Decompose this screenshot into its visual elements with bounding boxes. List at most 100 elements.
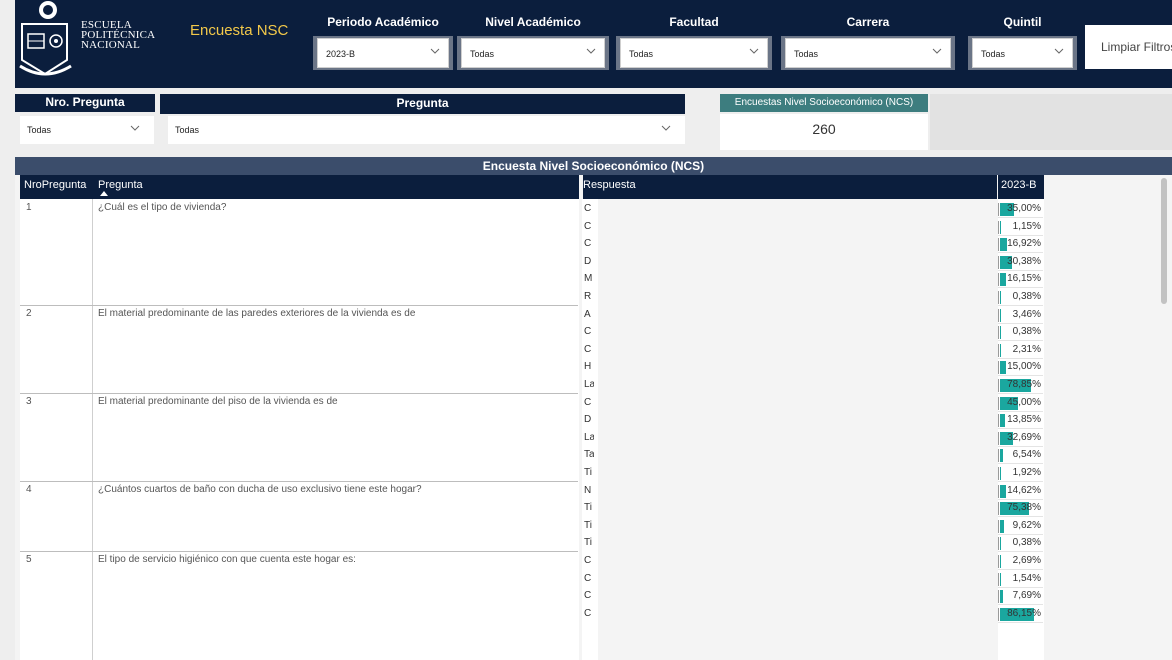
filter-quintil-label: Quintil bbox=[1003, 15, 1042, 29]
empty-panel bbox=[930, 94, 1172, 150]
cell-respuesta: C bbox=[584, 238, 592, 250]
data-bar bbox=[1000, 467, 1001, 480]
group-divider bbox=[20, 551, 578, 552]
value-cell: 16,15% bbox=[998, 271, 1043, 289]
header-period[interactable]: 2023-B bbox=[1001, 179, 1036, 191]
cell-value: 7,69% bbox=[1012, 590, 1041, 602]
value-cell: 14,62% bbox=[998, 483, 1043, 500]
app-title: Encuesta NSC bbox=[190, 22, 289, 39]
header-nro[interactable]: NroPregunta bbox=[24, 179, 86, 191]
cell-nro: 1 bbox=[26, 202, 32, 213]
value-cell: 3,46% bbox=[998, 307, 1043, 324]
bar-baseline bbox=[998, 361, 999, 375]
cell-respuesta: Ti bbox=[584, 502, 592, 514]
chevron-down-icon bbox=[430, 48, 440, 54]
value-cell: 6,54% bbox=[998, 447, 1043, 465]
bar-baseline bbox=[998, 326, 999, 340]
bar-baseline bbox=[998, 414, 999, 428]
cell-respuesta: C bbox=[584, 572, 592, 584]
cell-respuesta: C bbox=[584, 396, 592, 408]
filter-quintil-dropdown[interactable]: Todas bbox=[972, 38, 1073, 68]
bar-baseline bbox=[998, 467, 999, 480]
cell-value: 9,62% bbox=[1012, 519, 1041, 531]
data-bar bbox=[1000, 484, 1006, 498]
cell-respuesta: M bbox=[584, 273, 593, 285]
bar-baseline bbox=[998, 396, 999, 410]
cell-nro: 4 bbox=[26, 483, 32, 495]
pregunta-dropdown[interactable]: Todas bbox=[168, 116, 685, 144]
filter-carrera-dropdown[interactable]: Todas bbox=[785, 38, 951, 68]
cell-value: 16,92% bbox=[1007, 238, 1041, 250]
bar-baseline bbox=[998, 343, 999, 357]
filter-carrera-value: Todas bbox=[794, 49, 819, 59]
chevron-down-icon bbox=[1054, 48, 1064, 54]
filter-periodo-dropdown[interactable]: 2023-B bbox=[317, 38, 449, 68]
bar-baseline bbox=[998, 203, 999, 216]
logo-line-3: NACIONAL bbox=[81, 39, 141, 51]
chevron-down-icon bbox=[749, 48, 759, 54]
header-pregunta[interactable]: Pregunta bbox=[98, 179, 143, 191]
cell-value: 1,92% bbox=[1012, 467, 1041, 478]
filter-nivel-value: Todas bbox=[470, 49, 495, 59]
data-bar bbox=[1000, 519, 1004, 533]
data-bar bbox=[1000, 537, 1001, 551]
value-cell: 32,69% bbox=[998, 430, 1043, 447]
column-divider bbox=[92, 199, 93, 660]
filter-quintil: Quintil Todas bbox=[968, 0, 1077, 72]
cell-value: 45,00% bbox=[1007, 396, 1041, 408]
value-cell: 1,54% bbox=[998, 571, 1043, 588]
pregunta-label: Pregunta bbox=[160, 94, 685, 114]
group-divider bbox=[20, 392, 578, 394]
bar-baseline bbox=[998, 220, 999, 234]
header-respuesta[interactable]: Respuesta bbox=[583, 179, 636, 191]
filter-carrera-label: Carrera bbox=[846, 15, 890, 29]
cell-respuesta: La bbox=[584, 379, 594, 390]
cell-value: 35,00% bbox=[1007, 203, 1041, 214]
bar-baseline bbox=[998, 519, 999, 533]
value-cell: 7,69% bbox=[998, 588, 1043, 606]
chevron-down-icon bbox=[661, 125, 671, 131]
filter-nivel-dropdown[interactable]: Todas bbox=[461, 38, 605, 68]
cell-value: 1,15% bbox=[1012, 220, 1041, 232]
chevron-down-icon bbox=[932, 48, 942, 54]
cell-respuesta: D bbox=[584, 255, 592, 267]
cell-value: 0,38% bbox=[1012, 326, 1041, 338]
cell-value: 2,69% bbox=[1012, 555, 1041, 566]
filter-facultad: Facultad Todas bbox=[616, 0, 772, 72]
cell-respuesta: C bbox=[584, 555, 592, 566]
card-title: Encuestas Nivel Socioeconómico (NCS) bbox=[720, 94, 928, 112]
bar-baseline bbox=[998, 273, 999, 287]
filter-facultad-dropdown[interactable]: Todas bbox=[620, 38, 768, 68]
clear-filters-button[interactable]: Limpiar Filtros bbox=[1085, 25, 1172, 69]
scrollbar-thumb[interactable] bbox=[1161, 178, 1167, 304]
filter-facultad-value: Todas bbox=[629, 49, 654, 59]
bar-baseline bbox=[998, 537, 999, 551]
chevron-down-icon bbox=[586, 48, 596, 54]
cell-respuesta: C bbox=[584, 343, 592, 355]
pregunta-column bbox=[20, 199, 579, 660]
bar-baseline bbox=[998, 431, 999, 445]
bar-baseline bbox=[998, 238, 999, 252]
data-bar bbox=[1000, 273, 1007, 287]
nro-pregunta-dropdown[interactable]: Todas bbox=[20, 116, 154, 144]
data-bar bbox=[1000, 308, 1002, 322]
cell-value: 15,00% bbox=[1007, 361, 1041, 373]
bar-baseline bbox=[998, 572, 999, 586]
cell-value: 30,38% bbox=[1007, 255, 1041, 267]
cell-respuesta: C bbox=[584, 326, 592, 338]
data-bar bbox=[1000, 326, 1001, 340]
data-bar bbox=[1000, 220, 1001, 234]
cell-pregunta: ¿Cuál es el tipo de vivienda? bbox=[98, 202, 227, 213]
value-cell: 16,92% bbox=[998, 236, 1043, 254]
filter-periodo: Periodo Académico 2023-B bbox=[313, 0, 453, 72]
data-bar bbox=[1000, 238, 1007, 252]
value-cell: 1,92% bbox=[998, 465, 1043, 482]
value-cell: 2,31% bbox=[998, 342, 1043, 359]
filter-periodo-label: Periodo Académico bbox=[327, 15, 439, 29]
nro-pregunta-label: Nro. Pregunta bbox=[15, 94, 155, 112]
cell-respuesta: C bbox=[584, 220, 592, 232]
value-cell: 35,00% bbox=[998, 201, 1043, 218]
nro-pregunta-value: Todas bbox=[27, 125, 52, 135]
bar-baseline bbox=[998, 308, 999, 322]
cell-respuesta: La bbox=[584, 431, 594, 443]
